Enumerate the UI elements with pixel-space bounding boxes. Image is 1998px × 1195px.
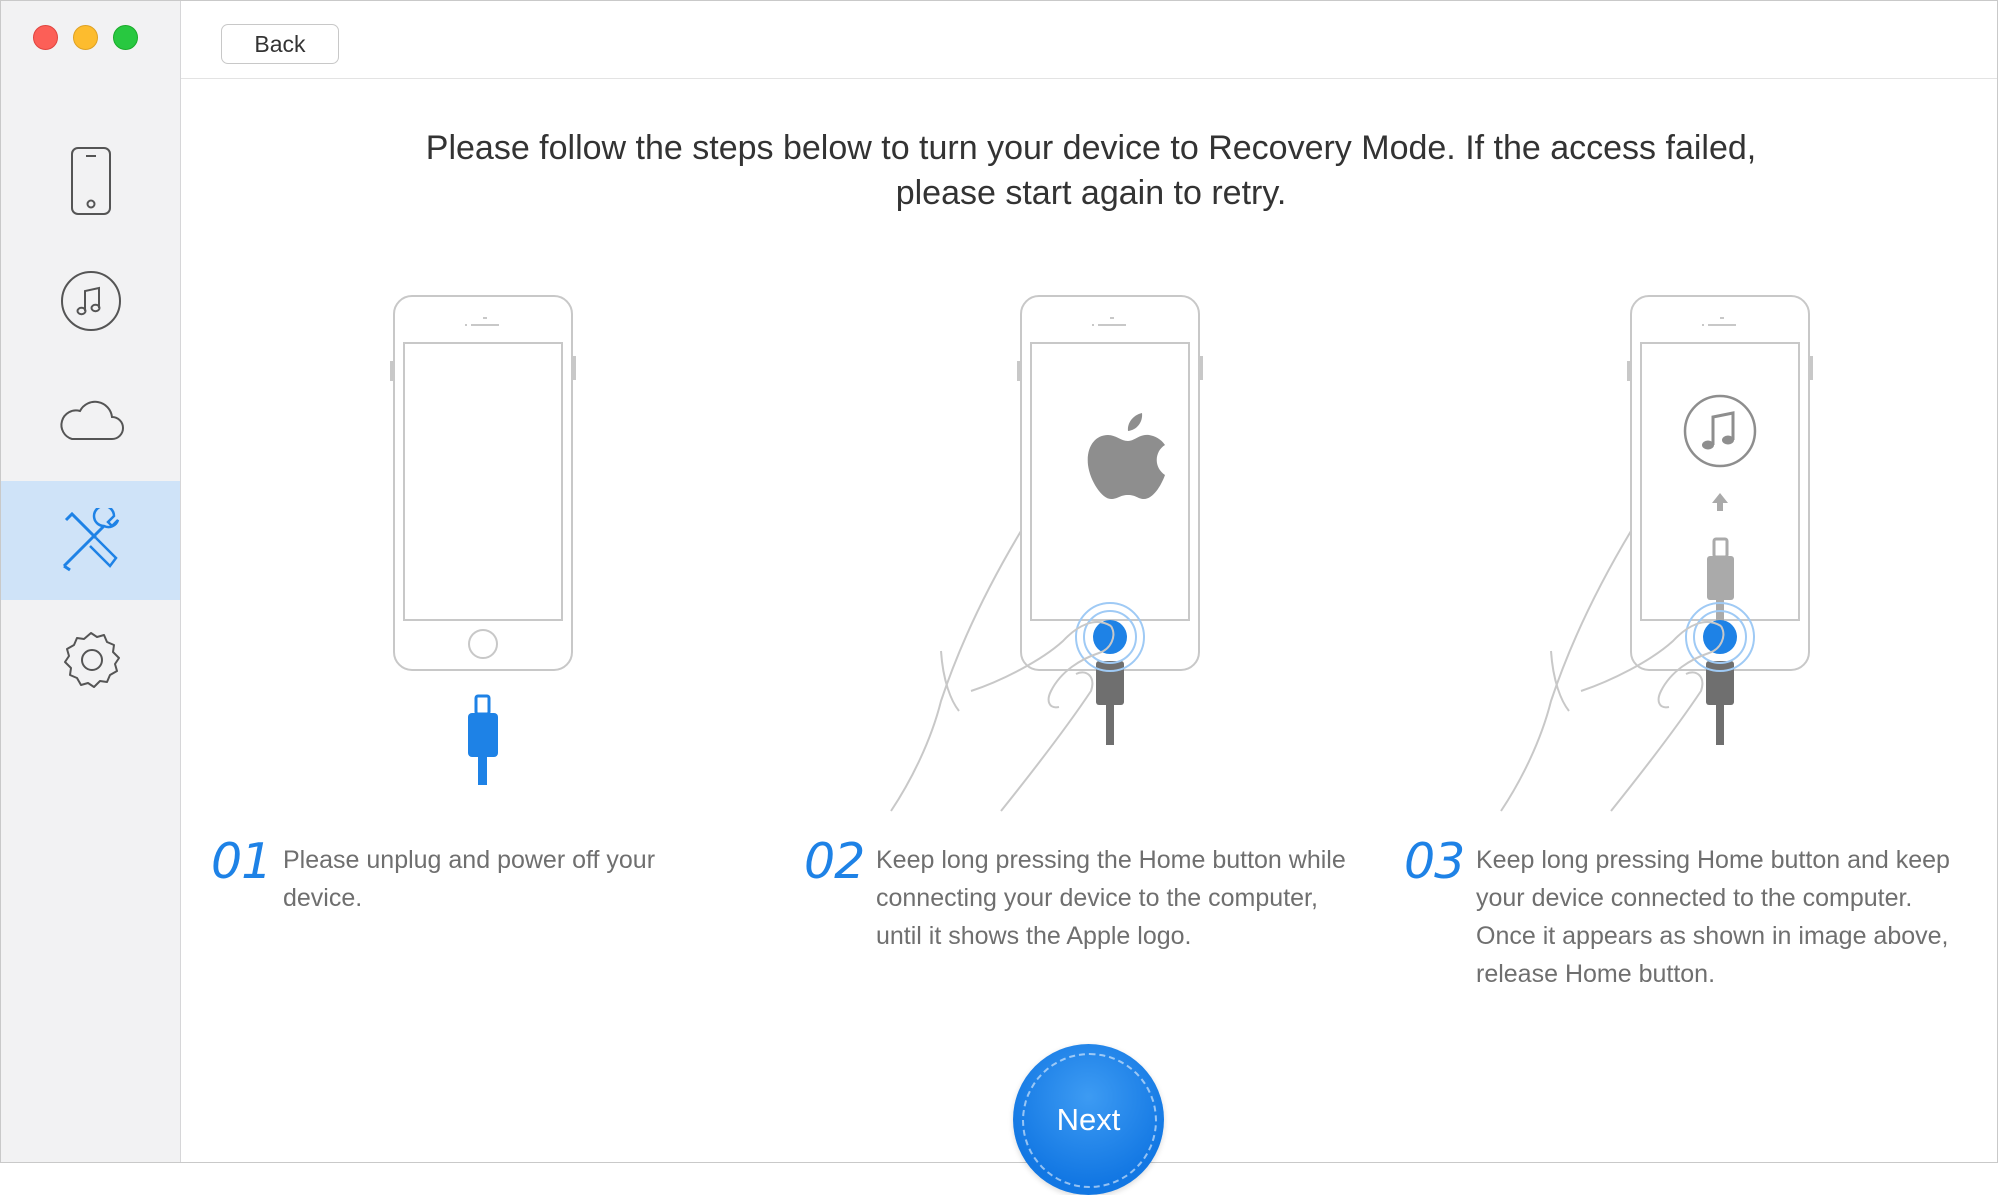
step-3: 03 Keep long pressing Home button and ke…	[1404, 833, 1964, 993]
next-button-label: Next	[1056, 1101, 1121, 1137]
sidebar-item-device[interactable]	[1, 121, 180, 240]
app-window: Back Please follow the steps below to tu…	[0, 0, 1998, 1163]
sidebar	[1, 1, 181, 1162]
step-number: 03	[1404, 833, 1465, 890]
step-number: 02	[804, 833, 865, 890]
step-description: Keep long pressing Home button and keep …	[1476, 846, 1950, 988]
lightning-cable-icon	[1096, 661, 1124, 745]
step-2: 02 Keep long pressing the Home button wh…	[804, 833, 1364, 955]
step-description: Keep long pressing the Home button while…	[876, 846, 1346, 950]
zoom-window-button[interactable]	[113, 25, 138, 50]
gear-icon	[63, 631, 120, 688]
toolbar: Back	[181, 1, 1997, 79]
step3-illustration	[1500, 295, 1813, 812]
back-button[interactable]: Back	[221, 24, 339, 64]
next-button[interactable]: Next	[1013, 1044, 1164, 1195]
iphone-icon	[70, 146, 111, 215]
step1-illustration	[390, 295, 576, 785]
cloud-icon	[59, 400, 124, 440]
step-1: 01 Please unplug and power off your devi…	[211, 833, 731, 917]
iphone-outline-icon	[390, 295, 576, 671]
tools-icon	[62, 507, 119, 571]
sidebar-item-settings[interactable]	[1, 601, 180, 720]
sidebar-item-music[interactable]	[1, 241, 180, 360]
close-window-button[interactable]	[33, 25, 58, 50]
step-description: Please unplug and power off your device.	[283, 846, 656, 912]
sidebar-item-icloud[interactable]	[1, 361, 180, 480]
sidebar-item-toolkit[interactable]	[1, 481, 180, 600]
minimize-window-button[interactable]	[73, 25, 98, 50]
step2-illustration	[890, 295, 1203, 812]
lightning-cable-icon	[468, 694, 498, 785]
instructions-headline: Please follow the steps below to turn yo…	[425, 129, 1757, 212]
step-number: 01	[211, 833, 272, 890]
music-icon	[60, 270, 121, 331]
